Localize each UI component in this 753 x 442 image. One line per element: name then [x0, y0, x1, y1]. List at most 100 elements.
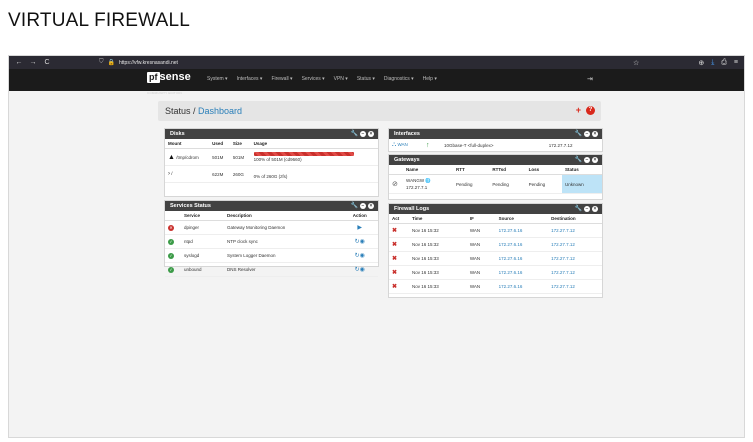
- panel-tools: 🔧 − ×: [351, 129, 374, 139]
- wrench-icon[interactable]: 🔧: [575, 157, 582, 163]
- main-menu: System ▾ Interfaces ▾ Firewall ▾ Service…: [207, 76, 446, 82]
- stop-service-icon[interactable]: ◉: [360, 267, 365, 273]
- menu-status[interactable]: Status ▾: [357, 76, 375, 82]
- source-link[interactable]: 172.27.6.16: [499, 270, 523, 275]
- block-icon[interactable]: ✖: [392, 270, 397, 276]
- collapse-icon[interactable]: −: [584, 157, 590, 163]
- pocket-icon[interactable]: ⊕: [698, 59, 704, 67]
- menu-services[interactable]: Services ▾: [302, 76, 325, 82]
- column-header: Act: [389, 214, 409, 224]
- disks-title: Disks: [170, 131, 185, 137]
- table-cell: 260G: [229, 165, 251, 183]
- table-cell: syslogd: [181, 248, 224, 263]
- gateway-name: WANGW: [406, 178, 425, 183]
- menu-icon[interactable]: ≡: [734, 59, 738, 67]
- table-cell: 172.27.7.12: [545, 139, 602, 153]
- close-icon[interactable]: ×: [592, 131, 598, 137]
- destination-link[interactable]: 172.27.7.12: [551, 242, 575, 247]
- services-title: Services Status: [170, 203, 211, 209]
- column-header: Status: [562, 165, 602, 175]
- stop-service-icon[interactable]: ◉: [360, 253, 365, 259]
- block-icon[interactable]: ✖: [392, 228, 397, 234]
- shield-icon: ⛉: [99, 59, 104, 65]
- wrench-icon[interactable]: 🔧: [575, 206, 582, 212]
- column-header: Service: [181, 211, 224, 221]
- breadcrumb-text: Status / Dashboard: [165, 106, 242, 116]
- table-cell: Nov 16 15:33: [409, 279, 467, 294]
- table-cell: ↻◉: [341, 262, 378, 277]
- link-up-icon: ↑: [426, 142, 430, 149]
- block-icon[interactable]: ✖: [392, 242, 397, 248]
- table-cell: unbound: [181, 262, 224, 277]
- wrench-icon[interactable]: 🔧: [351, 131, 358, 137]
- close-icon[interactable]: ×: [592, 157, 598, 163]
- source-link[interactable]: 172.27.6.16: [499, 256, 523, 261]
- collapse-icon[interactable]: −: [584, 131, 590, 137]
- interface-link[interactable]: WAN: [397, 142, 407, 147]
- table-cell: › /: [165, 165, 210, 183]
- collapse-icon[interactable]: −: [360, 131, 366, 137]
- collapse-icon[interactable]: −: [584, 206, 590, 212]
- table-header-row: Mount Used Size Usage: [165, 139, 378, 149]
- table-header-row: Act Time IF Source Destination: [389, 214, 602, 224]
- services-panel-header: Services Status 🔧 − ×: [165, 201, 378, 211]
- source-link[interactable]: 172.27.6.16: [499, 242, 523, 247]
- wrench-icon[interactable]: 🔧: [575, 131, 582, 137]
- destination-link[interactable]: 172.27.7.12: [551, 270, 575, 275]
- stopped-icon: ✕: [168, 224, 174, 231]
- menu-system[interactable]: System ▾: [207, 76, 228, 82]
- back-icon[interactable]: ←: [15, 59, 23, 66]
- menu-firewall[interactable]: Firewall ▾: [271, 76, 292, 82]
- menu-help[interactable]: Help ▾: [423, 76, 437, 82]
- firewall-logs-table: Act Time IF Source Destination ✖ Nov 16 …: [389, 214, 602, 294]
- column-header: [165, 211, 181, 221]
- source-link[interactable]: 172.27.6.16: [499, 228, 523, 233]
- collapse-icon[interactable]: −: [360, 203, 366, 209]
- close-icon[interactable]: ×: [592, 206, 598, 212]
- table-cell: Pending: [452, 174, 490, 194]
- column-header: Mount: [165, 139, 210, 149]
- stop-service-icon[interactable]: ◉: [360, 239, 365, 245]
- chevron-right-icon[interactable]: ›: [168, 171, 170, 177]
- bookmark-star-icon[interactable]: ☆: [633, 59, 639, 67]
- panel-tools: 🔧 − ×: [575, 129, 598, 139]
- table-cell: 172.27.6.16: [495, 237, 549, 252]
- column-header: Used: [209, 139, 230, 149]
- menu-interfaces[interactable]: Interfaces ▾: [237, 76, 263, 82]
- column-header: RTTsd: [489, 165, 526, 175]
- forward-icon[interactable]: →: [29, 59, 37, 66]
- block-icon[interactable]: ✖: [392, 256, 397, 262]
- column-header: Destination: [548, 214, 602, 224]
- add-widget-icon[interactable]: +: [576, 105, 581, 115]
- breadcrumb-section: Status /: [165, 106, 196, 116]
- close-icon[interactable]: ×: [368, 131, 374, 137]
- table-cell: ✖: [389, 265, 409, 280]
- address-bar[interactable]: ⛉ 🔒 https://vfw.kresnasandi.net: [99, 59, 178, 66]
- close-icon[interactable]: ×: [368, 203, 374, 209]
- menu-vpn[interactable]: VPN ▾: [334, 76, 348, 82]
- extensions-icon[interactable]: ⎙: [721, 59, 727, 67]
- menu-diagnostics[interactable]: Diagnostics ▾: [384, 76, 414, 82]
- gateway-status-icon: ⊘: [392, 181, 398, 188]
- disk-usage-bar: [253, 152, 354, 156]
- panel-tools: 🔧 − ×: [575, 155, 598, 165]
- destination-link[interactable]: 172.27.7.12: [551, 228, 575, 233]
- table-cell: 172.27.7.12: [548, 223, 602, 238]
- page-heading: VIRTUAL FIREWALL: [8, 10, 190, 31]
- start-service-icon[interactable]: ▶: [357, 225, 362, 231]
- destination-link[interactable]: 172.27.7.12: [551, 284, 575, 289]
- logout-icon[interactable]: ⇥: [587, 75, 593, 83]
- globe-icon: 🌐: [425, 178, 431, 183]
- block-icon[interactable]: ✖: [392, 284, 397, 290]
- table-cell: Nov 16 15:33: [409, 251, 467, 266]
- wrench-icon[interactable]: 🔧: [351, 203, 358, 209]
- table-cell: ↻◉: [341, 234, 378, 249]
- breadcrumb-page[interactable]: Dashboard: [198, 106, 242, 116]
- help-icon[interactable]: ?: [586, 106, 595, 115]
- source-link[interactable]: 172.27.6.16: [499, 284, 523, 289]
- reload-icon[interactable]: C: [43, 59, 51, 66]
- table-cell: 172.27.7.12: [548, 237, 602, 252]
- destination-link[interactable]: 172.27.7.12: [551, 256, 575, 261]
- column-header: Name: [403, 165, 453, 175]
- download-icon[interactable]: ⤓: [711, 59, 714, 67]
